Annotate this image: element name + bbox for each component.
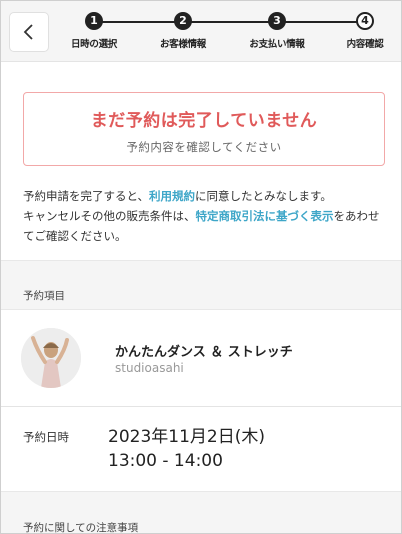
step-label: お客様情報 xyxy=(159,39,206,50)
chevron-left-icon xyxy=(23,24,33,40)
step-label: 日時の選択 xyxy=(70,39,117,50)
notice-text: に同意したとみなします。 xyxy=(195,189,332,203)
step-label: 内容確認 xyxy=(346,39,384,50)
datetime-value: 2023年11月2日(木) 13:00 - 14:00 xyxy=(108,425,265,473)
terms-notice: 予約申請を完了すると、利用規約に同意したとみなします。 キャンセルその他の販売条… xyxy=(23,186,385,246)
notice-text: 予約申請を完了すると、 xyxy=(23,189,150,203)
incomplete-alert: まだ予約は完了していません 予約内容を確認してください xyxy=(23,92,385,166)
step-number: 4 xyxy=(356,12,374,30)
step-2: 2 お客様情報 xyxy=(148,12,218,50)
section-label: 予約に関しての注意事項 xyxy=(23,522,139,534)
reservation-date: 2023年11月2日(木) xyxy=(108,427,265,447)
step-4: 4 内容確認 xyxy=(330,12,400,50)
reservation-time: 13:00 - 14:00 xyxy=(108,451,223,471)
step-number: 3 xyxy=(268,12,286,30)
dancer-image-icon xyxy=(21,328,81,388)
notice-text: キャンセルその他の販売条件は、 xyxy=(23,209,196,223)
section-notes: 予約に関しての注意事項 xyxy=(1,491,401,534)
back-button[interactable] xyxy=(9,12,49,52)
step-number: 1 xyxy=(85,12,103,30)
step-1: 1 日時の選択 xyxy=(59,12,129,50)
step-3: 3 お支払い情報 xyxy=(242,12,312,50)
lesson-thumbnail xyxy=(21,328,81,388)
alert-subtitle: 予約内容を確認してください xyxy=(126,140,282,154)
alert-title: まだ予約は完了していません xyxy=(90,111,318,131)
datetime-label: 予約日時 xyxy=(23,430,69,444)
booking-confirm-page: 1 日時の選択 2 お客様情報 3 お支払い情報 4 内容確認 まだ予約は完了し… xyxy=(0,0,402,534)
stepper-header: 1 日時の選択 2 お客様情報 3 お支払い情報 4 内容確認 xyxy=(1,1,401,62)
lesson-title: かんたんダンス ＆ ストレッチ xyxy=(115,345,293,360)
section-reservation-item: 予約項目 xyxy=(1,260,401,310)
section-label: 予約項目 xyxy=(23,290,65,302)
terms-link[interactable]: 利用規約 xyxy=(149,189,195,203)
stepper-line xyxy=(94,21,366,23)
reservation-item-row: かんたんダンス ＆ ストレッチ studioasahi xyxy=(1,310,401,407)
studio-name: studioasahi xyxy=(115,361,184,375)
reservation-datetime-row: 予約日時 2023年11月2日(木) 13:00 - 14:00 xyxy=(1,407,401,491)
step-number: 2 xyxy=(174,12,192,30)
step-label: お支払い情報 xyxy=(249,39,305,50)
commerce-law-link[interactable]: 特定商取引法に基づく表示 xyxy=(196,209,334,223)
